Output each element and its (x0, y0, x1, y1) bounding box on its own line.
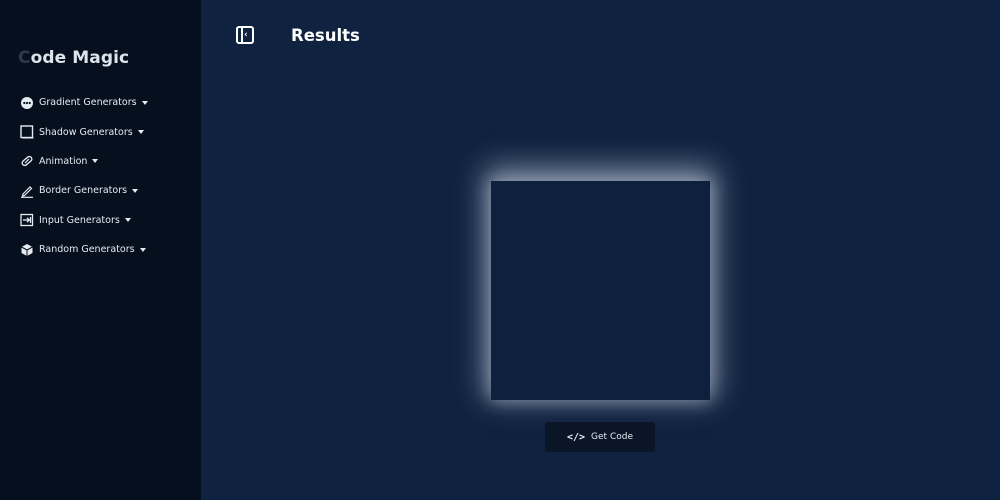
get-code-button[interactable]: </> Get Code (545, 422, 655, 452)
sidebar-item-label: Random Generators (39, 244, 135, 256)
get-code-label: Get Code (591, 432, 633, 442)
shadow-preview-box (491, 181, 710, 400)
cube-icon (20, 243, 34, 257)
caret-down-icon (132, 188, 139, 193)
brand-logo[interactable]: Code Magic (18, 48, 129, 68)
sidebar-item-animation[interactable]: Animation (0, 147, 201, 176)
sidebar-item-label: Gradient Generators (39, 97, 137, 109)
caret-down-icon (137, 130, 144, 135)
sidebar-item-label: Animation (39, 155, 88, 167)
sidebar-item-random-generators[interactable]: Random Generators (0, 235, 201, 264)
sidebar-item-shadow-generators[interactable]: Shadow Generators (0, 117, 201, 146)
pen-icon (20, 184, 34, 198)
page-title: Results (291, 26, 360, 45)
caret-down-icon (139, 247, 146, 252)
sidebar-item-border-generators[interactable]: Border Generators (0, 176, 201, 205)
caret-down-icon (141, 100, 148, 105)
chevron-left-icon: ‹ (244, 29, 248, 40)
pill-icon (20, 154, 34, 168)
sidebar-item-input-generators[interactable]: Input Generators (0, 206, 201, 235)
code-icon: </> (566, 431, 586, 443)
input-arrow-icon (20, 213, 34, 227)
sidebar: Code Magic Gradient Generators Shadow Ge… (0, 0, 201, 500)
palette-icon (20, 96, 34, 110)
sidebar-item-label: Shadow Generators (39, 126, 133, 138)
brand-name: ode Magic (30, 48, 130, 68)
sidebar-item-label: Border Generators (39, 185, 128, 197)
sidebar-collapse-icon (241, 28, 243, 42)
sidebar-item-gradient-generators[interactable]: Gradient Generators (0, 88, 201, 117)
collapse-sidebar-button[interactable]: ‹ (236, 26, 254, 44)
caret-down-icon (124, 218, 131, 223)
caret-down-icon (92, 159, 99, 164)
shadow-box-icon (20, 125, 34, 139)
sidebar-nav: Gradient Generators Shadow Generators An… (0, 88, 201, 264)
sidebar-item-label: Input Generators (39, 214, 120, 226)
brand-prefix: C (18, 48, 31, 68)
